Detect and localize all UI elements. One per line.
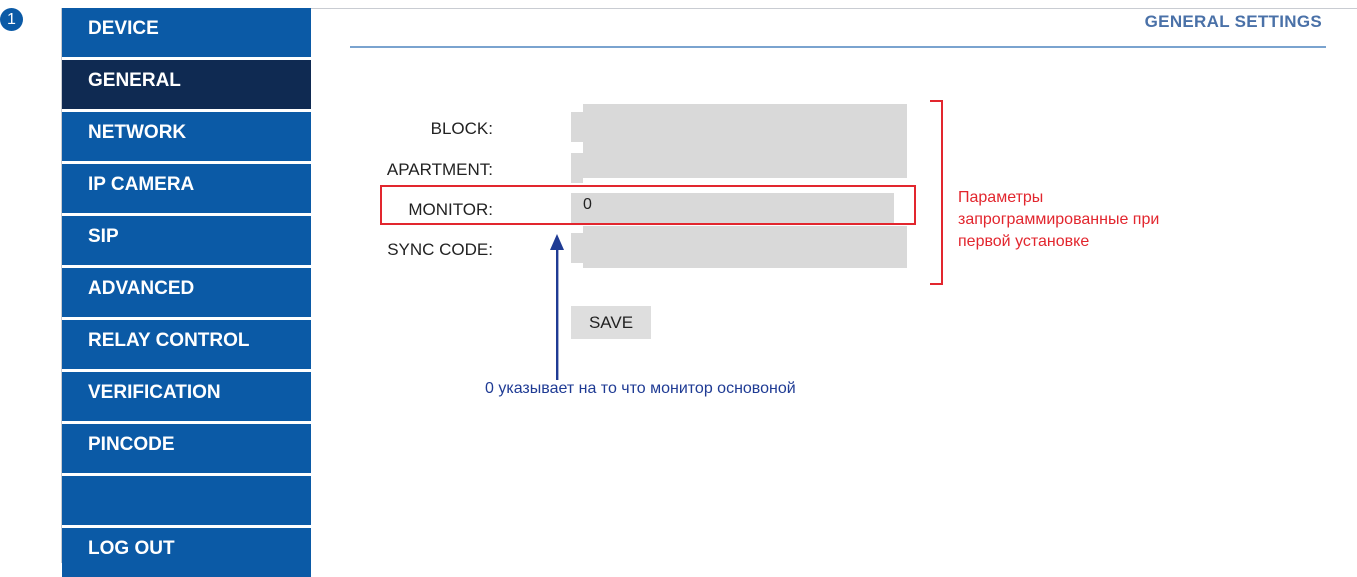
arrow-up-icon xyxy=(550,234,564,380)
sidebar-item-log-out[interactable]: LOG OUT xyxy=(62,528,311,577)
sidebar-item-network[interactable]: NETWORK xyxy=(62,112,311,161)
parameters-note-line: первой установке xyxy=(958,233,1090,250)
sidebar-item-label: IP CAMERA xyxy=(88,174,195,195)
sidebar-item-label: GENERAL xyxy=(88,70,181,91)
sidebar-item-ip-camera[interactable]: IP CAMERA xyxy=(62,164,311,213)
save-button[interactable]: SAVE xyxy=(571,306,651,339)
sidebar-item-relay-control[interactable]: RELAY CONTROL xyxy=(62,320,311,369)
sidebar-item-sip[interactable]: SIP xyxy=(62,216,311,265)
sidebar-item-label: SIP xyxy=(88,226,119,247)
monitor-note: 0 указывает на то что монитор основоной xyxy=(485,380,796,397)
sync-code-label: SYNC CODE: xyxy=(387,240,493,259)
sync-code-field[interactable] xyxy=(571,233,583,263)
sidebar-item-verification[interactable]: VERIFICATION xyxy=(62,372,311,421)
sidebar-item-advanced[interactable]: ADVANCED xyxy=(62,268,311,317)
page-title: GENERAL SETTINGS xyxy=(1144,12,1322,31)
sidebar-item-general[interactable]: GENERAL xyxy=(62,60,311,109)
parameters-note: Параметры запрограммированные при первой… xyxy=(958,187,1159,253)
redaction-block-bottom xyxy=(583,226,907,268)
redaction-block-top xyxy=(583,104,907,178)
apartment-label: APARTMENT: xyxy=(386,160,493,179)
block-field[interactable] xyxy=(571,112,583,142)
parameters-bracket xyxy=(930,100,943,285)
sidebar-item-label: DEVICE xyxy=(88,18,159,39)
header-divider xyxy=(350,46,1326,48)
sidebar-item-label: VERIFICATION xyxy=(88,382,221,403)
sidebar-item-empty xyxy=(62,476,311,525)
sidebar-item-pincode[interactable]: PINCODE xyxy=(62,424,311,473)
sidebar-item-label: PINCODE xyxy=(88,434,175,455)
sidebar-item-label: RELAY CONTROL xyxy=(88,330,250,351)
sidebar-item-label: LOG OUT xyxy=(88,538,175,559)
apartment-field[interactable] xyxy=(571,153,583,183)
sidebar-item-label: NETWORK xyxy=(88,122,187,143)
parameters-note-line: запрограммированные при xyxy=(958,211,1160,228)
monitor-highlight-box xyxy=(380,185,916,225)
sidebar-item-device[interactable]: DEVICE xyxy=(62,8,311,57)
parameters-note-line: Параметры xyxy=(958,189,1044,206)
block-label: BLOCK: xyxy=(430,119,493,138)
step-number-badge: 1 xyxy=(0,8,23,31)
sidebar-item-label: ADVANCED xyxy=(88,278,195,299)
